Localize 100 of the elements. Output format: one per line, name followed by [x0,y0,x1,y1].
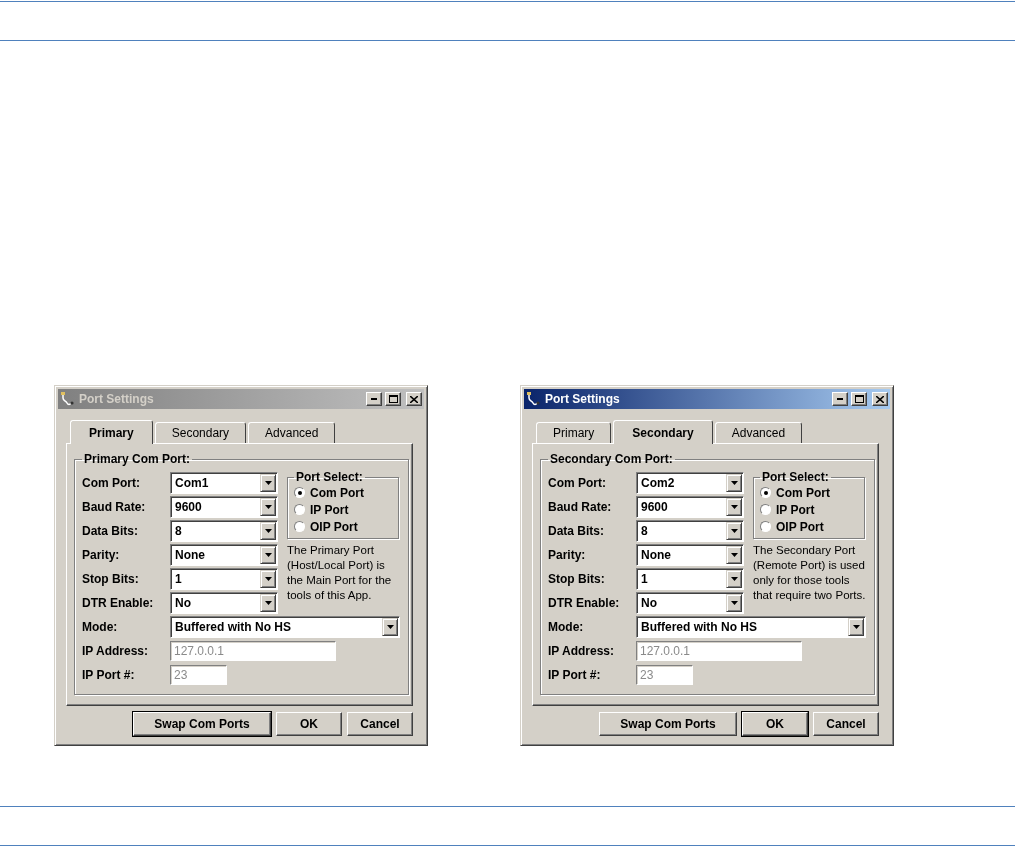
group-title: Port Select: [295,470,364,484]
field-label: DTR Enable: [82,596,155,610]
tab[interactable]: Advanced [714,422,803,443]
caret-icon [264,553,272,557]
dropdown-button[interactable] [260,570,276,588]
radio-icon[interactable] [760,521,771,532]
caret-icon [386,625,394,629]
caret-icon [730,529,738,533]
dropdown-field[interactable]: None [170,544,278,566]
close-button[interactable] [406,392,422,406]
caret-icon [264,529,272,533]
dropdown-button[interactable] [260,546,276,564]
minimize-button[interactable] [832,392,848,406]
push-button[interactable]: Swap Com Ports [599,712,737,736]
radio-option[interactable]: Com Port [760,484,860,501]
caret-icon [264,577,272,581]
tab[interactable]: Secondary [613,420,713,444]
field-label: Stop Bits: [82,572,140,586]
radio-option[interactable]: IP Port [294,501,394,518]
dropdown-field[interactable]: Buffered with No HS [170,616,400,638]
minimize-icon [371,398,377,400]
push-button[interactable]: Cancel [347,712,413,736]
dropdown-field[interactable]: 9600 [170,496,278,518]
dropdown-field[interactable]: 8 [170,520,278,542]
caret-icon [852,625,860,629]
dropdown-field[interactable]: No [170,592,278,614]
field-label: Parity: [548,548,587,562]
field-label: IP Port #: [548,668,602,682]
dropdown-button[interactable] [260,498,276,516]
radio-icon[interactable] [760,504,771,515]
radio-option[interactable]: OIP Port [294,518,394,535]
radio-option[interactable]: IP Port [760,501,860,518]
field-label: Mode: [82,620,119,634]
dropdown-field[interactable]: Buffered with No HS [636,616,866,638]
close-icon [410,395,418,403]
dropdown-button[interactable] [848,618,864,636]
dropdown-button[interactable] [726,594,742,612]
close-icon [876,395,884,403]
field-label: Baud Rate: [548,500,613,514]
dropdown-button[interactable] [726,522,742,540]
maximize-button[interactable] [851,392,867,406]
dropdown-field[interactable]: 9600 [636,496,744,518]
plug-cable-icon [60,391,76,407]
radio-icon[interactable] [294,487,305,498]
push-button[interactable]: Swap Com Ports [133,712,271,736]
dropdown-field[interactable]: No [636,592,744,614]
maximize-button[interactable] [385,392,401,406]
caret-icon [730,505,738,509]
field-label: IP Address: [82,644,150,658]
dropdown-button[interactable] [260,522,276,540]
dropdown-field[interactable]: 1 [170,568,278,590]
dropdown-button[interactable] [726,474,742,492]
maximize-icon [854,395,864,403]
field-label: IP Port #: [82,668,136,682]
radio-option[interactable]: Com Port [294,484,394,501]
push-button[interactable]: Cancel [813,712,879,736]
minimize-button[interactable] [366,392,382,406]
push-button[interactable]: OK [742,712,808,736]
dropdown-button[interactable] [260,474,276,492]
field-label: Com Port: [82,476,141,490]
dropdown-button[interactable] [726,546,742,564]
dropdown-field[interactable]: None [636,544,744,566]
dropdown-field[interactable]: 8 [636,520,744,542]
field-label: Baud Rate: [82,500,147,514]
dropdown-button[interactable] [726,570,742,588]
push-button[interactable]: OK [276,712,342,736]
dropdown-button[interactable] [260,594,276,612]
group-title: Port Select: [761,470,830,484]
caret-icon [264,601,272,605]
field-label: Data Bits: [82,524,139,538]
window-title: Port Settings [545,392,621,406]
group-title: Primary Com Port: [83,452,192,466]
minimize-icon [837,398,843,400]
dropdown-field[interactable]: 1 [636,568,744,590]
radio-icon[interactable] [294,521,305,532]
tab[interactable]: Secondary [154,422,247,443]
tab[interactable]: Primary [70,420,153,444]
radio-option[interactable]: OIP Port [760,518,860,535]
field-label: Parity: [82,548,121,562]
radio-icon[interactable] [294,504,305,515]
description-text: The Primary Port (Host/Local Port) is the Main Port for the tools of this App. [287,543,393,603]
dropdown-field[interactable]: Com2 [636,472,744,494]
dropdown-button[interactable] [726,498,742,516]
group-title: Secondary Com Port: [549,452,674,466]
maximize-icon [388,395,398,403]
tab[interactable]: Advanced [248,422,336,443]
radio-icon[interactable] [760,487,771,498]
caret-icon [264,505,272,509]
field-label: Stop Bits: [548,572,606,586]
field-label: Data Bits: [548,524,605,538]
dropdown-field[interactable]: Com1 [170,472,278,494]
plug-cable-icon [526,391,542,407]
window-title: Port Settings [79,392,155,406]
caret-icon [264,481,272,485]
close-button[interactable] [872,392,888,406]
caret-icon [730,601,738,605]
caret-icon [730,577,738,581]
tab[interactable]: Primary [536,422,612,443]
dropdown-button[interactable] [382,618,398,636]
field-label: Com Port: [548,476,607,490]
